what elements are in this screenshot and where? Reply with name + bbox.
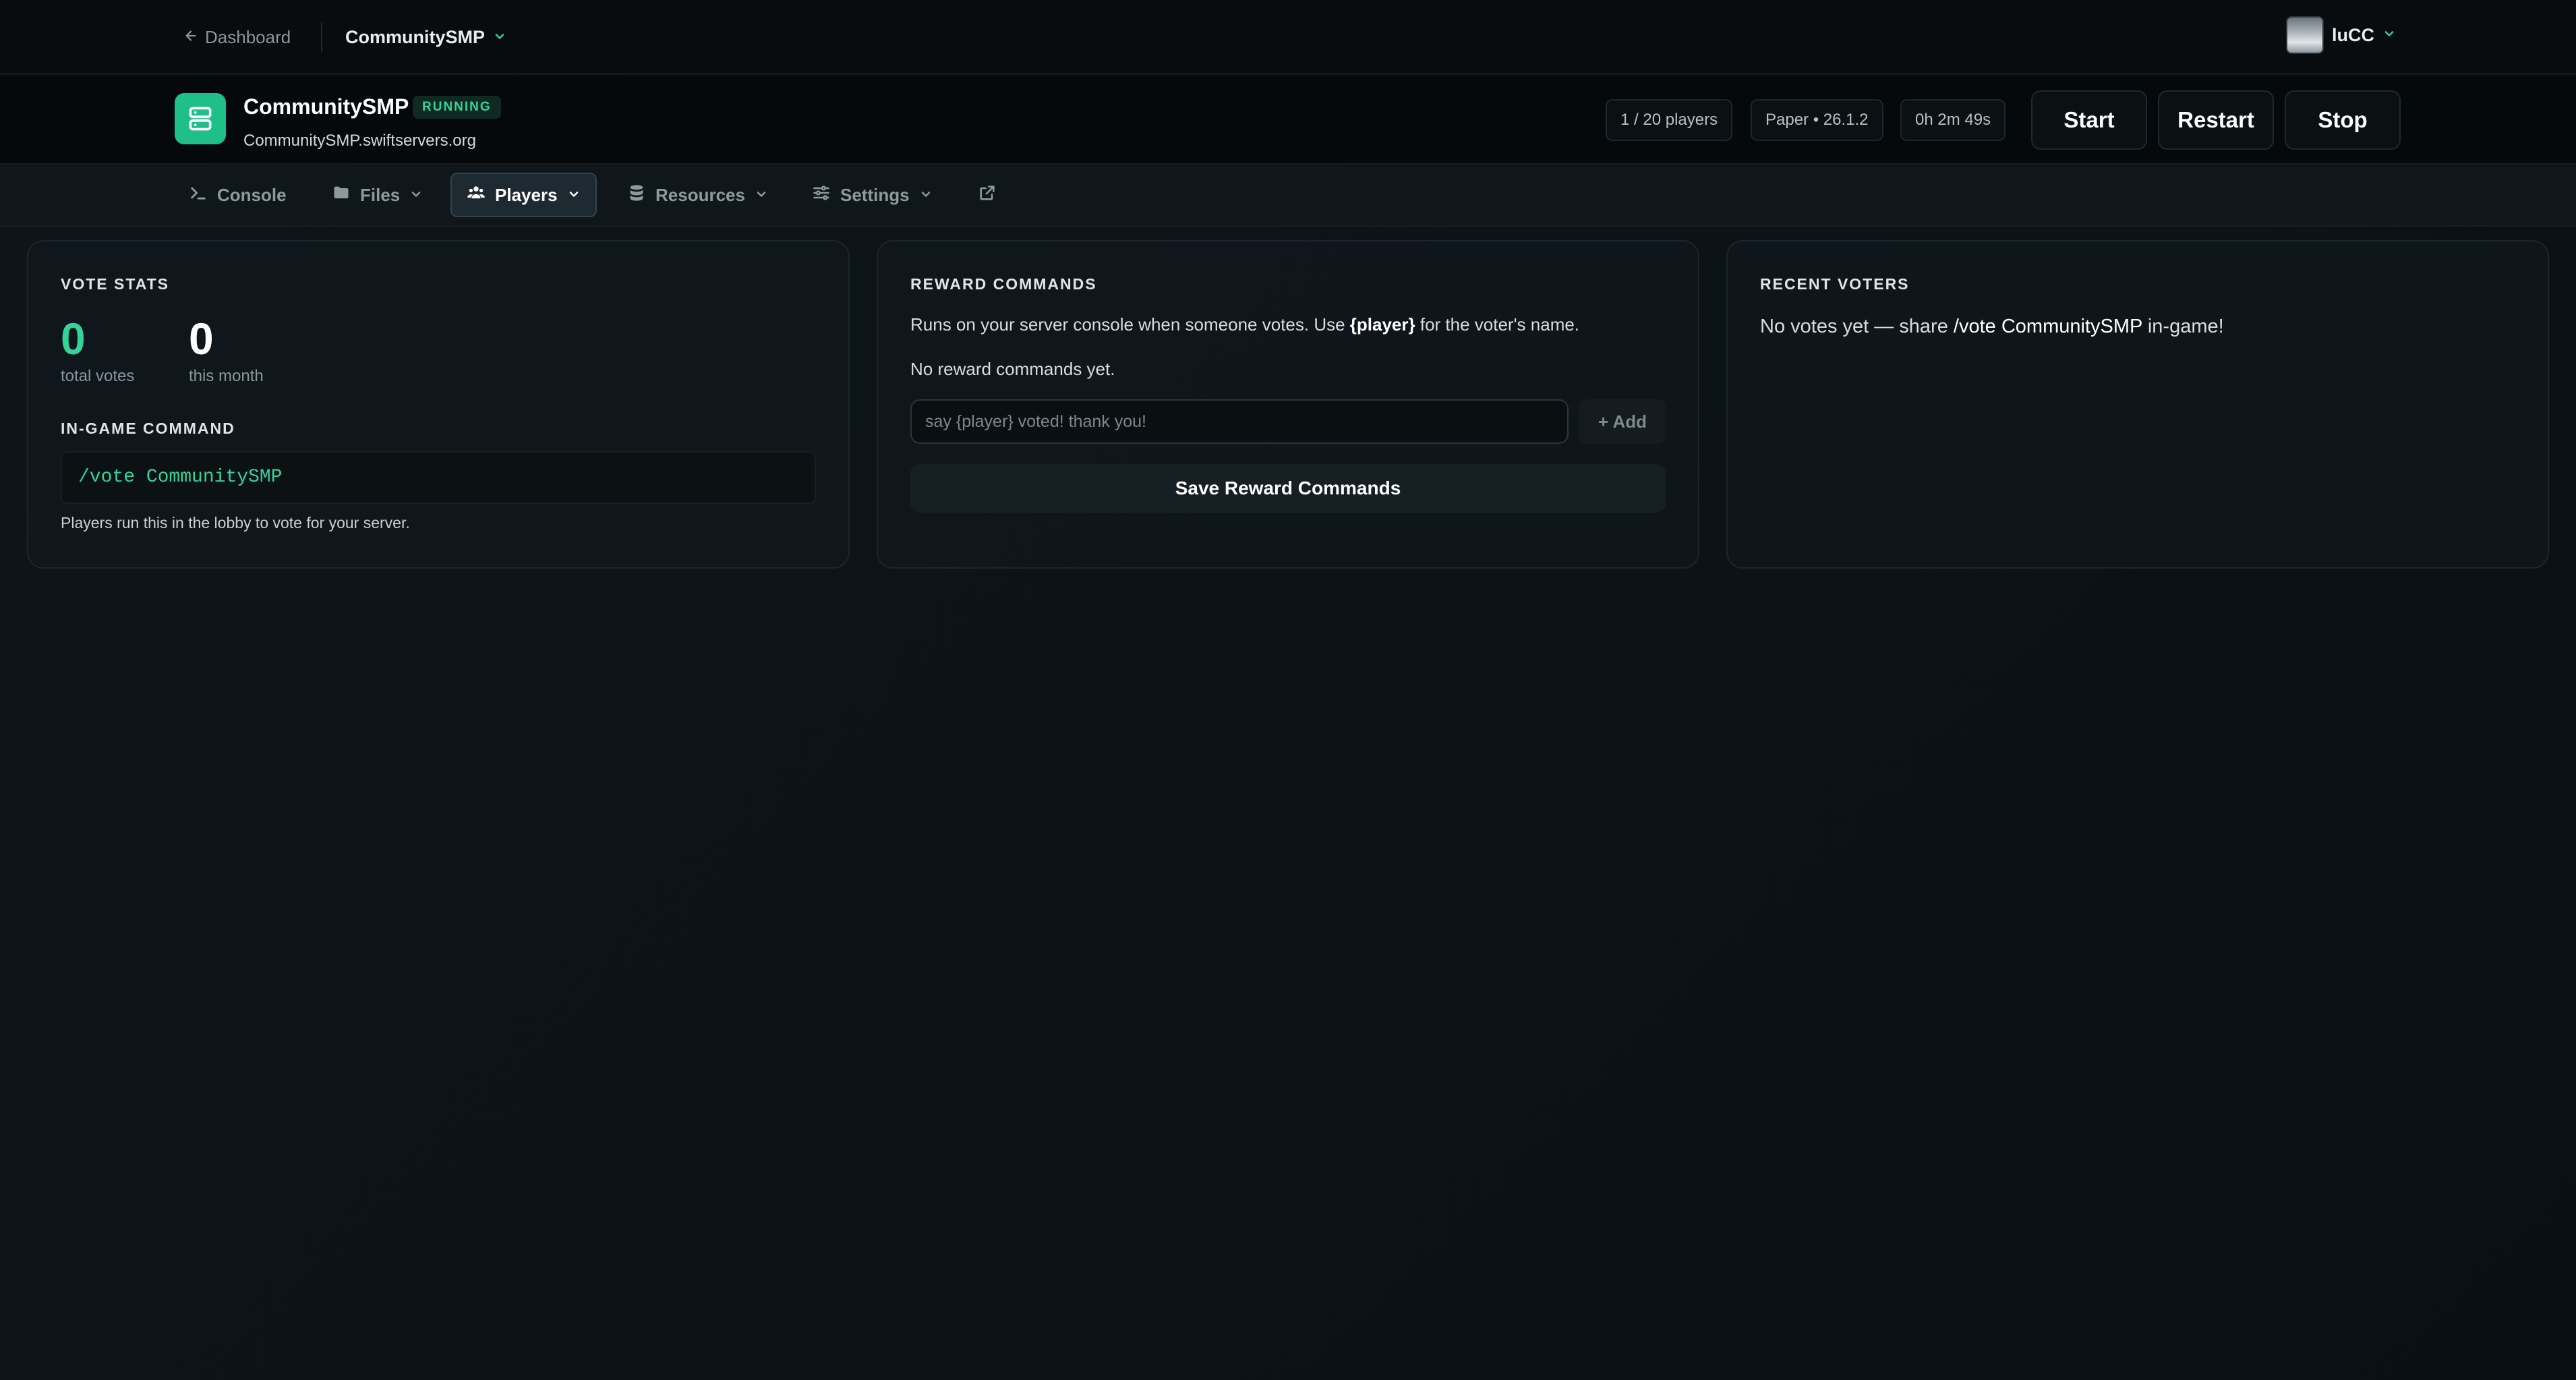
arrow-left-icon [183,27,198,48]
vote-command-highlight: /vote CommunitySMP [1953,316,2142,337]
external-link-icon [978,183,997,207]
tab-files-label: Files [360,184,401,205]
server-domain: CommunitySMP.swiftservers.org [243,132,476,150]
tab-players-label: Players [495,184,558,205]
tab-settings-label: Settings [840,184,910,205]
total-votes-value: 0 [61,314,86,364]
tab-navigation: Console Files Players Resources Settings [0,166,2576,227]
recent-voters-title: RECENT VOTERS [1760,275,1910,293]
sliders-icon [812,183,831,207]
chevron-down-icon [493,27,506,48]
top-divider [321,22,322,52]
no-votes-message: No votes yet — share /vote CommunitySMP … [1760,316,2224,338]
back-to-dashboard-link[interactable]: Dashboard [183,24,291,50]
uptime-pill: 0h 2m 49s [1900,99,2006,141]
player-count-pill: 1 / 20 players [1606,99,1733,141]
desc-text: Runs on your server console when someone… [910,314,1350,335]
vote-command-box[interactable]: /vote CommunitySMP [61,451,816,504]
chevron-down-icon [2382,27,2396,44]
open-external-button[interactable] [963,173,1012,217]
avatar [2286,16,2324,54]
reward-commands-title: REWARD COMMANDS [910,275,1097,293]
users-icon [467,183,486,207]
reward-command-input[interactable] [910,399,1569,444]
vote-stats-title: VOTE STATS [61,275,169,293]
vote-command-hint: Players run this in the lobby to vote fo… [61,514,410,531]
chevron-down-icon [409,185,423,206]
tab-console[interactable]: Console [174,173,301,217]
folder-icon [332,183,351,207]
recent-voters-card: RECENT VOTERS No votes yet — share /vote… [1726,240,2549,569]
status-badge: RUNNING [413,96,501,119]
player-token: {player} [1349,314,1415,335]
tab-settings[interactable]: Settings [797,173,947,217]
server-name: CommunitySMP [243,94,409,119]
server-switcher[interactable]: CommunitySMP [345,24,506,50]
tab-files[interactable]: Files [317,173,438,217]
back-link-label: Dashboard [205,26,291,47]
total-votes-label: total votes [61,367,135,385]
desc-text-end: for the voter's name. [1415,314,1580,335]
server-header: CommunitySMP RUNNING CommunitySMP.swifts… [0,76,2576,165]
reward-commands-description: Runs on your server console when someone… [910,314,1579,335]
server-icon [175,93,226,144]
vote-stats-card: VOTE STATS 0 total votes 0 this month IN… [27,240,850,569]
username: luCC [2332,24,2374,45]
month-votes-label: this month [189,367,264,385]
add-reward-button[interactable]: + Add [1579,399,1666,444]
save-reward-commands-button[interactable]: Save Reward Commands [910,464,1666,513]
no-reward-commands: No reward commands yet. [910,359,1115,379]
stop-button[interactable]: Stop [2285,90,2401,150]
tab-console-label: Console [217,184,287,205]
tab-players[interactable]: Players [450,173,597,217]
start-button[interactable]: Start [2031,90,2147,150]
tab-resources-label: Resources [655,184,745,205]
user-menu[interactable]: luCC [2286,16,2396,54]
no-votes-text: No votes yet — share [1760,316,1954,337]
month-votes-value: 0 [189,314,214,364]
in-game-command-title: IN-GAME COMMAND [61,420,235,437]
no-votes-text-end: in-game! [2142,316,2224,337]
tab-resources[interactable]: Resources [612,173,783,217]
terminal-icon [189,183,208,207]
chevron-down-icon [755,185,768,206]
top-bar: Dashboard CommunitySMP luCC [0,0,2576,74]
server-software-pill: Paper • 26.1.2 [1751,99,1883,141]
chevron-down-icon [567,185,581,206]
server-switcher-label: CommunitySMP [345,26,486,47]
reward-commands-card: REWARD COMMANDS Runs on your server cons… [877,240,1699,569]
restart-button[interactable]: Restart [2158,90,2274,150]
chevron-down-icon [919,185,933,206]
database-icon [627,183,646,207]
